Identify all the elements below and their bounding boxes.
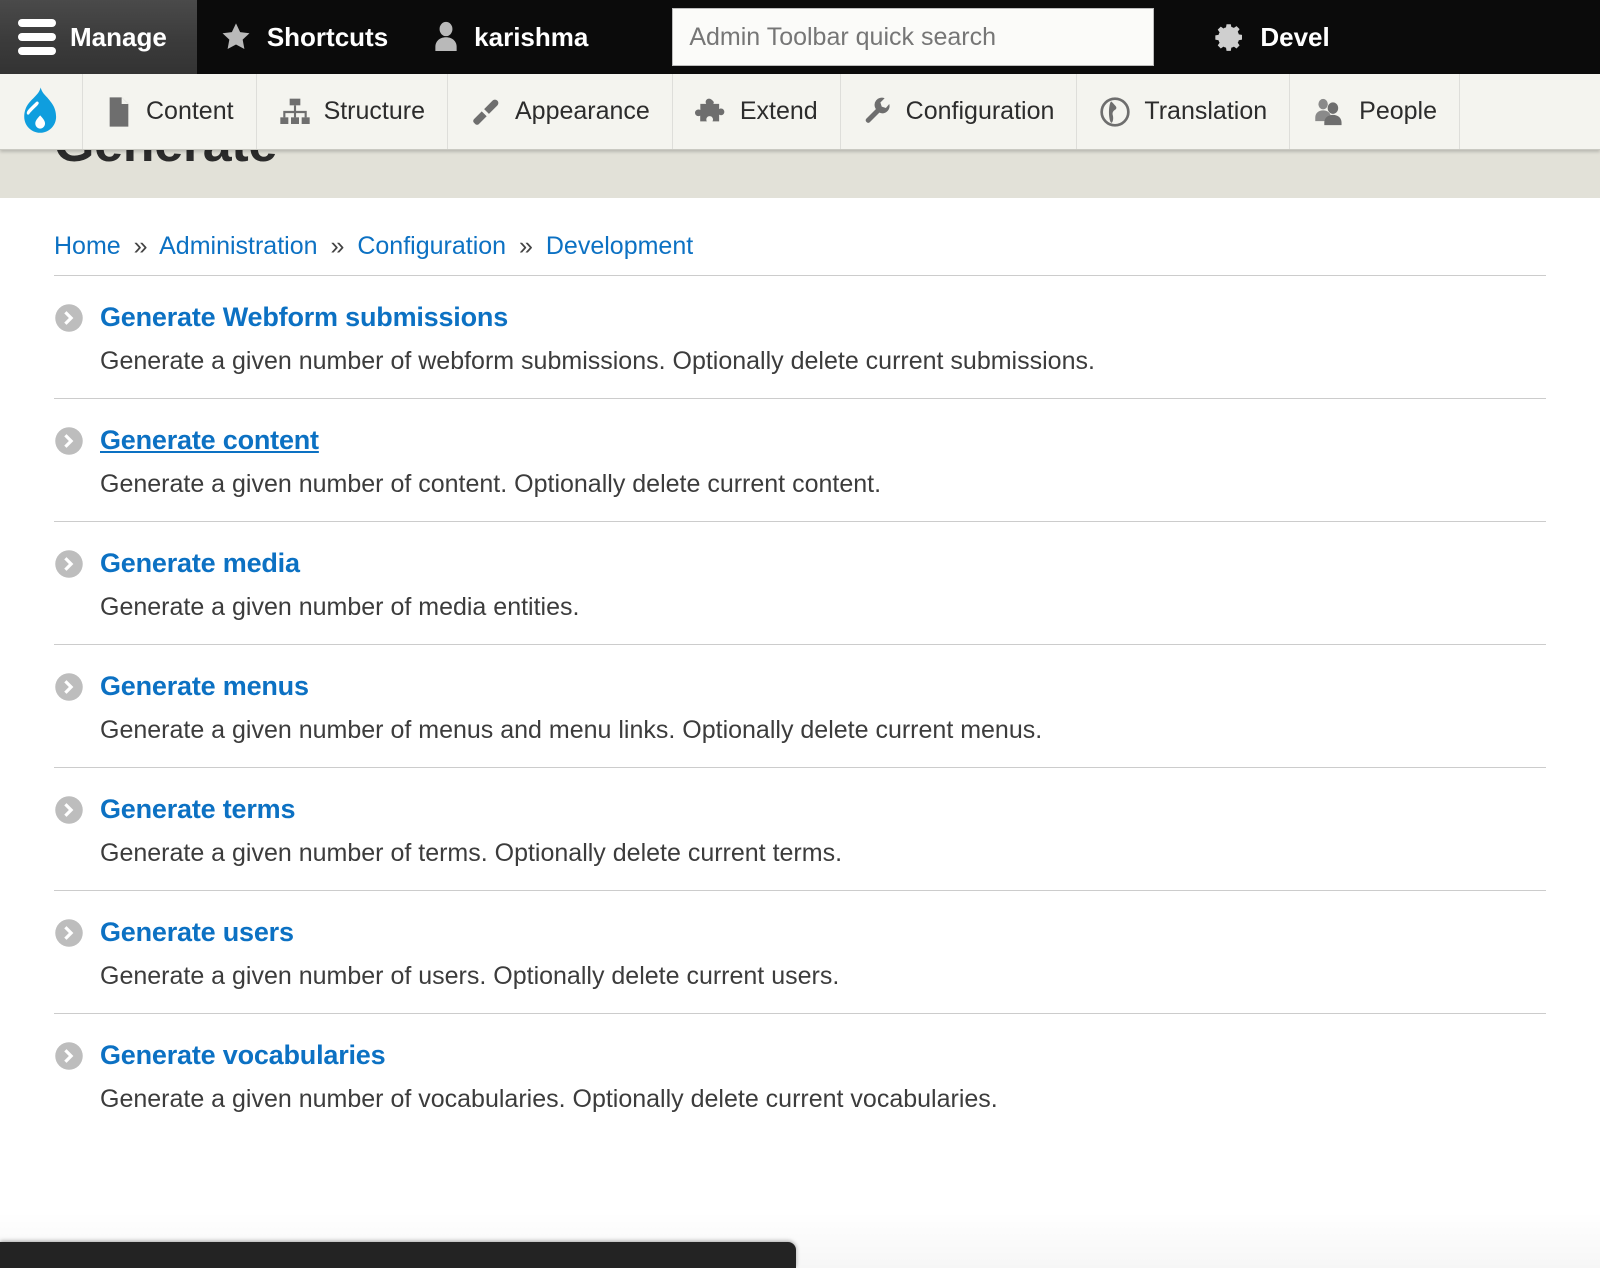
list-item: Generate media Generate a given number of…	[54, 522, 1546, 645]
breadcrumb-link-development[interactable]: Development	[546, 232, 693, 260]
admin-toolbar-secondary: Content Structure Appearance Extend Conf…	[0, 74, 1600, 150]
gear-icon	[1214, 21, 1246, 53]
toolbar-item-label: People	[1359, 97, 1437, 125]
list-item: Generate content Generate a given number …	[54, 399, 1546, 522]
devel-menu-button[interactable]: Devel	[1192, 0, 1351, 74]
breadcrumb-link-configuration[interactable]: Configuration	[357, 232, 506, 260]
chevron-right-icon	[54, 426, 84, 456]
admin-task-description: Generate a given number of webform submi…	[100, 347, 1095, 375]
devel-label: Devel	[1260, 21, 1330, 52]
toolbar-item-appearance[interactable]: Appearance	[448, 74, 673, 149]
admin-task-link[interactable]: Generate Webform submissions	[100, 302, 508, 333]
drupal-logo-icon	[18, 86, 62, 138]
star-icon	[219, 21, 253, 53]
drupal-home-link[interactable]	[0, 74, 83, 149]
admin-task-link[interactable]: Generate menus	[100, 671, 309, 702]
structure-icon	[279, 97, 311, 127]
shortcuts-button[interactable]: Shortcuts	[197, 0, 410, 74]
toolbar-item-content[interactable]: Content	[83, 74, 257, 149]
list-item: Generate Webform submissions Generate a g…	[54, 276, 1546, 399]
toolbar-item-label: Translation	[1144, 97, 1268, 125]
toolbar-item-label: Appearance	[515, 97, 650, 125]
toolbar-item-configuration[interactable]: Configuration	[841, 74, 1078, 149]
content-icon	[105, 96, 133, 128]
admin-task-description: Generate a given number of vocabularies.…	[100, 1085, 998, 1113]
chevron-right-icon	[54, 672, 84, 702]
admin-task-link[interactable]: Generate vocabularies	[100, 1040, 386, 1071]
devel-debug-bar[interactable]	[0, 1242, 796, 1268]
user-icon	[432, 20, 460, 54]
chevron-right-icon	[54, 303, 84, 333]
breadcrumb-separator: »	[519, 232, 533, 260]
admin-task-description: Generate a given number of content. Opti…	[100, 470, 882, 498]
breadcrumb: Home » Administration » Configuration » …	[54, 198, 1546, 275]
admin-task-link[interactable]: Generate media	[100, 548, 300, 579]
list-item-header: Generate Webform submissions	[54, 302, 1546, 333]
admin-task-description: Generate a given number of users. Option…	[100, 962, 840, 990]
chevron-right-icon	[54, 1041, 84, 1071]
admin-task-link[interactable]: Generate content	[100, 425, 319, 456]
toolbar-item-translation[interactable]: Translation	[1077, 74, 1291, 149]
toolbar-item-label: Structure	[323, 97, 425, 125]
manage-label: Manage	[70, 21, 167, 52]
list-item-header: Generate users	[54, 917, 1546, 948]
toolbar-item-structure[interactable]: Structure	[257, 74, 448, 149]
admin-task-link[interactable]: Generate users	[100, 917, 294, 948]
list-item-header: Generate vocabularies	[54, 1040, 1546, 1071]
admin-task-description: Generate a given number of media entitie…	[100, 593, 580, 621]
extend-icon	[694, 96, 727, 128]
list-item: Generate menus Generate a given number of…	[54, 645, 1546, 768]
list-item-header: Generate media	[54, 548, 1546, 579]
admin-task-list: Generate Webform submissions Generate a g…	[54, 276, 1546, 1136]
toolbar-item-label: Content	[146, 97, 234, 125]
admin-toolbar-top: Manage Shortcuts karishma Devel	[0, 0, 1600, 74]
list-item: Generate terms Generate a given number of…	[54, 768, 1546, 891]
breadcrumb-link-administration[interactable]: Administration	[159, 232, 317, 260]
translation-icon	[1099, 96, 1131, 128]
configuration-icon	[863, 96, 893, 128]
list-item: Generate users Generate a given number of…	[54, 891, 1546, 1014]
toolbar-item-label: Extend	[739, 97, 818, 125]
page-title: Generate	[54, 150, 277, 174]
people-icon	[1312, 97, 1346, 127]
chevron-right-icon	[54, 549, 84, 579]
list-item: Generate vocabularies Generate a given nu…	[54, 1014, 1546, 1136]
list-item-header: Generate menus	[54, 671, 1546, 702]
list-item-header: Generate terms	[54, 794, 1546, 825]
breadcrumb-separator: »	[330, 232, 345, 260]
main-content: Home » Administration » Configuration » …	[0, 198, 1600, 1136]
toolbar-item-label: Configuration	[905, 97, 1055, 125]
username-label: karishma	[474, 21, 589, 52]
list-item-header: Generate content	[54, 425, 1546, 456]
hamburger-icon	[18, 19, 56, 55]
admin-task-link[interactable]: Generate terms	[100, 794, 295, 825]
admin-toolbar-search-input[interactable]	[672, 8, 1155, 66]
chevron-right-icon	[54, 918, 84, 948]
admin-task-description: Generate a given number of terms. Option…	[100, 839, 843, 867]
user-account-button[interactable]: karishma	[410, 0, 610, 74]
manage-menu-button[interactable]: Manage	[0, 0, 197, 74]
chevron-right-icon	[54, 795, 84, 825]
shortcuts-label: Shortcuts	[266, 21, 389, 52]
toolbar-item-people[interactable]: People	[1290, 74, 1460, 149]
breadcrumb-separator: »	[133, 232, 148, 260]
appearance-icon	[470, 96, 502, 128]
toolbar-item-extend[interactable]: Extend	[673, 74, 841, 149]
page-title-band: Generate	[0, 150, 1600, 198]
admin-task-description: Generate a given number of menus and men…	[100, 716, 1043, 744]
breadcrumb-link-home[interactable]: Home	[54, 232, 121, 260]
